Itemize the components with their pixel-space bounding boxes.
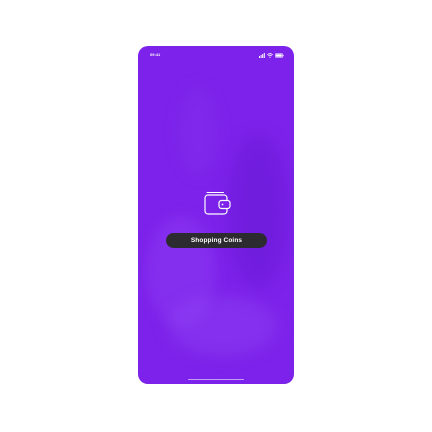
signal-icon <box>259 53 265 58</box>
wifi-icon <box>267 53 273 58</box>
background-blur <box>168 296 278 356</box>
status-time: 09:41 <box>150 52 161 57</box>
status-bar: 09:41 <box>138 46 294 66</box>
wallet-icon <box>201 187 232 218</box>
brand-label: Shopping Coins <box>190 237 243 244</box>
status-icons <box>259 53 284 58</box>
battery-icon <box>275 53 284 58</box>
background-blur <box>178 86 218 176</box>
brand-chip: Shopping Coins <box>166 233 267 248</box>
home-indicator[interactable] <box>188 378 244 380</box>
phone-screen: 09:41 Shopping Coins <box>138 46 294 384</box>
canvas: 09:41 Shopping Coins <box>0 0 432 432</box>
background-blur <box>228 136 288 286</box>
